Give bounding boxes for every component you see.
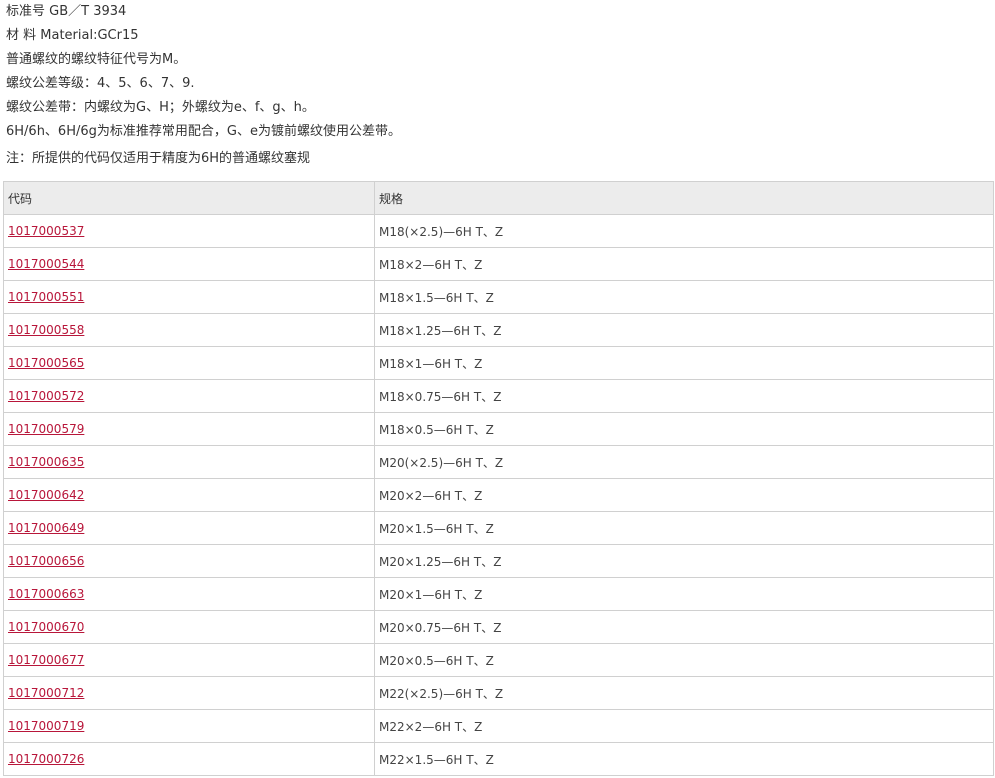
code-cell: 1017000544 — [3, 247, 375, 281]
table-row: 1017000635 M20(×2.5)—6H T、Z — [3, 445, 994, 479]
table-header: 代码 规格 — [3, 181, 994, 215]
code-cell: 1017000656 — [3, 544, 375, 578]
code-link[interactable]: 1017000635 — [8, 455, 84, 469]
code-cell: 1017000635 — [3, 445, 375, 479]
table-body: 1017000537 M18(×2.5)—6H T、Z 1017000544 M18×… — [3, 214, 994, 776]
table-row: 1017000649 M20×1.5—6H T、Z — [3, 511, 994, 545]
code-cell: 1017000537 — [3, 214, 375, 248]
table-row: 1017000712 M22(×2.5)—6H T、Z — [3, 676, 994, 710]
code-link[interactable]: 1017000558 — [8, 323, 84, 337]
code-cell: 1017000677 — [3, 643, 375, 677]
note: 注：所提供的代码仅适用于精度为6H的普通螺纹塞规 — [6, 151, 311, 166]
spec-cell: M20×0.5—6H T、Z — [374, 643, 994, 677]
column-header-spec: 规格 — [374, 181, 994, 215]
code-link[interactable]: 1017000544 — [8, 257, 84, 271]
table-row: 1017000579 M18×0.5—6H T、Z — [3, 412, 994, 446]
table-row: 1017000677 M20×0.5—6H T、Z — [3, 643, 994, 677]
table-row: 1017000572 M18×0.75—6H T、Z — [3, 379, 994, 413]
code-cell: 1017000726 — [3, 742, 375, 776]
table-row: 1017000726 M22×1.5—6H T、Z — [3, 742, 994, 776]
spec-cell: M22×1.5—6H T、Z — [374, 742, 994, 776]
table-row: 1017000544 M18×2—6H T、Z — [3, 247, 994, 281]
code-link[interactable]: 1017000551 — [8, 290, 84, 304]
code-cell: 1017000663 — [3, 577, 375, 611]
code-link[interactable]: 1017000663 — [8, 587, 84, 601]
code-cell: 1017000719 — [3, 709, 375, 743]
spec-cell: M20×1.25—6H T、Z — [374, 544, 994, 578]
spec-cell: M20×1.5—6H T、Z — [374, 511, 994, 545]
code-link[interactable]: 1017000656 — [8, 554, 84, 568]
material: 材 料 Material:GCr15 — [6, 28, 139, 43]
code-link[interactable]: 1017000642 — [8, 488, 84, 502]
code-cell: 1017000572 — [3, 379, 375, 413]
spec-cell: M22×2—6H T、Z — [374, 709, 994, 743]
table-row: 1017000558 M18×1.25—6H T、Z — [3, 313, 994, 347]
spec-cell: M20(×2.5)—6H T、Z — [374, 445, 994, 479]
tolerance-grades: 螺纹公差等级：4、5、6、7、9. — [6, 76, 195, 91]
table-row: 1017000642 M20×2—6H T、Z — [3, 478, 994, 512]
code-link[interactable]: 1017000649 — [8, 521, 84, 535]
code-link[interactable]: 1017000670 — [8, 620, 84, 634]
column-header-code: 代码 — [3, 181, 375, 215]
tolerance-zones: 螺纹公差带：内螺纹为G、H；外螺纹为e、f、g、h。 — [6, 100, 315, 115]
code-link[interactable]: 1017000677 — [8, 653, 84, 667]
intro-section: 标准号 GB／T 3934 材 料 Material:GCr15 普通螺纹的螺纹… — [6, 0, 991, 171]
spec-cell: M18×1.25—6H T、Z — [374, 313, 994, 347]
spec-cell: M20×1—6H T、Z — [374, 577, 994, 611]
code-link[interactable]: 1017000537 — [8, 224, 84, 238]
table-row: 1017000565 M18×1—6H T、Z — [3, 346, 994, 380]
spec-cell: M18×0.75—6H T、Z — [374, 379, 994, 413]
spec-cell: M18×1.5—6H T、Z — [374, 280, 994, 314]
recommended-fits: 6H/6h、6H/6g为标准推荐常用配合，G、e为镀前螺纹使用公差带。 — [6, 124, 401, 139]
thread-feature-code: 普通螺纹的螺纹特征代号为M。 — [6, 52, 187, 67]
spec-cell: M20×2—6H T、Z — [374, 478, 994, 512]
spec-cell: M18×1—6H T、Z — [374, 346, 994, 380]
code-cell: 1017000558 — [3, 313, 375, 347]
code-link[interactable]: 1017000719 — [8, 719, 84, 733]
code-cell: 1017000565 — [3, 346, 375, 380]
code-cell: 1017000649 — [3, 511, 375, 545]
spec-cell: M18(×2.5)—6H T、Z — [374, 214, 994, 248]
code-link[interactable]: 1017000726 — [8, 752, 84, 766]
code-cell: 1017000670 — [3, 610, 375, 644]
table-row: 1017000537 M18(×2.5)—6H T、Z — [3, 214, 994, 248]
header-row: 代码 规格 — [3, 181, 994, 215]
spec-cell: M20×0.75—6H T、Z — [374, 610, 994, 644]
code-link[interactable]: 1017000572 — [8, 389, 84, 403]
code-cell: 1017000551 — [3, 280, 375, 314]
standard-number: 标准号 GB／T 3934 — [6, 4, 127, 19]
code-link[interactable]: 1017000712 — [8, 686, 84, 700]
code-cell: 1017000712 — [3, 676, 375, 710]
code-link[interactable]: 1017000565 — [8, 356, 84, 370]
table-row: 1017000719 M22×2—6H T、Z — [3, 709, 994, 743]
code-cell: 1017000579 — [3, 412, 375, 446]
table-row: 1017000551 M18×1.5—6H T、Z — [3, 280, 994, 314]
spec-cell: M22(×2.5)—6H T、Z — [374, 676, 994, 710]
spec-cell: M18×0.5—6H T、Z — [374, 412, 994, 446]
code-cell: 1017000642 — [3, 478, 375, 512]
spec-cell: M18×2—6H T、Z — [374, 247, 994, 281]
table-row: 1017000656 M20×1.25—6H T、Z — [3, 544, 994, 578]
table-row: 1017000663 M20×1—6H T、Z — [3, 577, 994, 611]
spec-table: 代码 规格 1017000537 M18(×2.5)—6H T、Z 10170005… — [3, 181, 994, 776]
code-link[interactable]: 1017000579 — [8, 422, 84, 436]
table-row: 1017000670 M20×0.75—6H T、Z — [3, 610, 994, 644]
